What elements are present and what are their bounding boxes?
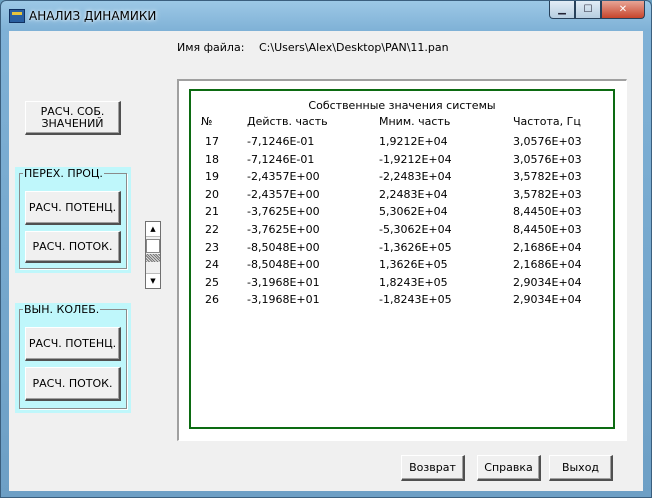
cell-row-number: 17	[205, 135, 219, 148]
window-controls: ▁ ☐ ✕	[549, 1, 645, 21]
file-name-label: Имя файла:	[177, 41, 245, 54]
cell-row-number: 22	[205, 223, 219, 236]
table-row: 20 -2,4357E+00 2,2483E+04 3,5782E+03	[191, 188, 613, 206]
table-row: 21 -3,7625E+00 5,3062E+04 8,4450E+03	[191, 205, 613, 223]
transient-group-title: ПЕРЕХ. ПРОЦ.	[23, 167, 104, 180]
scroll-up-arrow-icon[interactable]: ▲	[146, 222, 160, 237]
cell-row-number: 24	[205, 258, 219, 272]
back-button[interactable]: Возврат	[401, 455, 465, 481]
table-row: 26 -3,1968E+01 -1,8243E+05 2,9034E+04	[191, 293, 613, 311]
cell-imag-part: 2,2483E+04	[379, 187, 448, 201]
cell-real-part: -2,4357E+00	[247, 170, 320, 184]
cell-row-number: 26	[205, 293, 219, 307]
table-row: 24 -8,5048E+00 1,3626E+05 2,1686E+04	[191, 258, 613, 276]
column-header-real-part: Действ. часть	[247, 115, 328, 128]
table-row: 17 -7,1246E-01 1,9212E+04 3,0576E+03	[191, 135, 613, 153]
help-button[interactable]: Справка	[477, 455, 541, 481]
transient-flow-label: РАСЧ. ПОТОК.	[32, 239, 113, 253]
cell-frequency: 8,4450E+03	[513, 223, 582, 236]
maximize-icon: ☐	[583, 4, 593, 15]
cell-frequency: 2,1686E+04	[513, 258, 582, 272]
cell-frequency: 2,9034E+04	[513, 275, 582, 289]
cell-real-part: -3,1968E+01	[247, 275, 320, 289]
transient-potential-button[interactable]: РАСЧ. ПОТЕНЦ.	[25, 191, 121, 225]
table-row: 18 -7,1246E-01 -1,9212E+04 3,0576E+03	[191, 153, 613, 171]
forced-group: ВЫН. КОЛЕБ. РАСЧ. ПОТЕНЦ. РАСЧ. ПОТОК.	[15, 303, 131, 413]
minimize-icon: ▁	[558, 4, 566, 15]
forced-potential-label: РАСЧ. ПОТЕНЦ.	[28, 336, 117, 350]
cell-real-part: -3,7625E+00	[247, 223, 320, 236]
transient-potential-label: РАСЧ. ПОТЕНЦ.	[28, 200, 117, 214]
cell-imag-part: 5,3062E+04	[379, 205, 448, 219]
transient-group: ПЕРЕХ. ПРОЦ. РАСЧ. ПОТЕНЦ. РАСЧ. ПОТОК.	[15, 167, 131, 273]
calc-eigenvalues-button[interactable]: РАСЧ. СОБ. ЗНАЧЕНИЙ	[25, 101, 121, 135]
cell-row-number: 18	[205, 152, 219, 166]
transient-flow-button[interactable]: РАСЧ. ПОТОК.	[25, 231, 121, 263]
client-area: Имя файла: C:\Users\Alex\Desktop\PAN\11.…	[9, 31, 643, 491]
table-row: 19 -2,4357E+00 -2,2483E+04 3,5782E+03	[191, 170, 613, 188]
cell-real-part: -2,4357E+00	[247, 187, 320, 201]
close-icon: ✕	[618, 4, 628, 15]
cell-imag-part: 1,8243E+05	[379, 275, 448, 289]
cell-real-part: -3,7625E+00	[247, 205, 320, 219]
calc-eigenvalues-label: РАСЧ. СОБ. ЗНАЧЕНИЙ	[40, 104, 105, 130]
exit-button[interactable]: Выход	[549, 455, 613, 481]
cell-row-number: 19	[205, 170, 219, 184]
cell-row-number: 25	[205, 275, 219, 289]
forced-potential-button[interactable]: РАСЧ. ПОТЕНЦ.	[25, 327, 121, 361]
cell-imag-part: 1,9212E+04	[379, 135, 448, 148]
cell-imag-part: -5,3062E+04	[379, 223, 452, 236]
forced-flow-button[interactable]: РАСЧ. ПОТОК.	[25, 367, 121, 401]
forced-group-title: ВЫН. КОЛЕБ.	[23, 303, 101, 316]
minimize-button[interactable]: ▁	[549, 1, 575, 19]
title-bar[interactable]: АНАЛИЗ ДИНАМИКИ ▁ ☐ ✕	[1, 1, 651, 31]
help-label: Справка	[484, 460, 533, 474]
table-row: 22 -3,7625E+00 -5,3062E+04 8,4450E+03	[191, 223, 613, 241]
cell-real-part: -3,1968E+01	[247, 293, 320, 307]
vertical-scrollbar[interactable]: ▲ ▼	[145, 221, 161, 289]
cell-frequency: 2,1686E+04	[513, 240, 582, 254]
table-row: 25 -3,1968E+01 1,8243E+05 2,9034E+04	[191, 276, 613, 294]
eigenvalues-table: Собственные значения системы № Действ. ч…	[189, 89, 615, 429]
cell-frequency: 8,4450E+03	[513, 205, 582, 219]
cell-real-part: -7,1246E-01	[247, 152, 315, 166]
cell-frequency: 2,9034E+04	[513, 293, 582, 307]
close-button[interactable]: ✕	[601, 1, 645, 19]
cell-real-part: -8,5048E+00	[247, 258, 320, 272]
column-header-imag-part: Мним. часть	[379, 115, 451, 128]
cell-row-number: 20	[205, 187, 219, 201]
exit-label: Выход	[561, 460, 600, 474]
table-title: Собственные значения системы	[308, 99, 496, 112]
app-window: АНАЛИЗ ДИНАМИКИ ▁ ☐ ✕ Имя файла: C:\User…	[0, 0, 652, 498]
cell-imag-part: -1,9212E+04	[379, 152, 452, 166]
column-header-number: №	[201, 115, 213, 128]
scroll-track[interactable]	[146, 254, 160, 262]
cell-imag-part: -1,8243E+05	[379, 293, 452, 307]
table-row: 23 -8,5048E+00 -1,3626E+05 2,1686E+04	[191, 241, 613, 259]
app-icon	[9, 9, 25, 23]
cell-real-part: -8,5048E+00	[247, 240, 320, 254]
cell-frequency: 3,5782E+03	[513, 170, 582, 184]
cell-row-number: 21	[205, 205, 219, 219]
cell-frequency: 3,0576E+03	[513, 135, 582, 148]
results-panel: Собственные значения системы № Действ. ч…	[177, 79, 627, 441]
file-path-value: C:\Users\Alex\Desktop\PAN\11.pan	[259, 41, 449, 54]
cell-imag-part: -2,2483E+04	[379, 170, 452, 184]
column-header-frequency: Частота, Гц	[513, 115, 581, 128]
forced-flow-label: РАСЧ. ПОТОК.	[32, 376, 113, 390]
back-label: Возврат	[409, 460, 456, 474]
cell-row-number: 23	[205, 240, 219, 254]
cell-frequency: 3,0576E+03	[513, 152, 582, 166]
cell-imag-part: -1,3626E+05	[379, 240, 452, 254]
cell-real-part: -7,1246E-01	[247, 135, 315, 148]
cell-imag-part: 1,3626E+05	[379, 258, 448, 272]
cell-frequency: 3,5782E+03	[513, 187, 582, 201]
window-title: АНАЛИЗ ДИНАМИКИ	[29, 9, 157, 23]
scroll-thumb[interactable]	[146, 239, 160, 253]
maximize-button[interactable]: ☐	[575, 1, 601, 19]
scroll-down-arrow-icon[interactable]: ▼	[146, 273, 160, 288]
